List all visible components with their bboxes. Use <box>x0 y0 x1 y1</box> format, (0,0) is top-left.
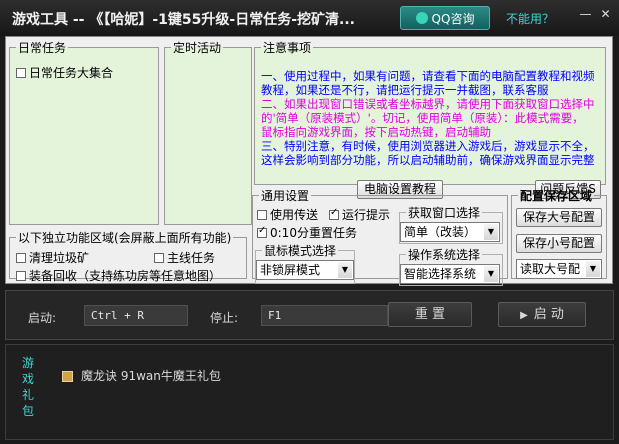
clean-junk-label: 清理垃圾矿 <box>29 251 90 265</box>
gift-tab[interactable]: 游戏礼包 <box>20 355 36 419</box>
dropdown-arrow-icon: ▼ <box>338 262 352 278</box>
settings-panel: 日常任务 日常任务大集合 定时活动 注意事项 一、使用过程中，如果有问题，请查看… <box>5 36 613 286</box>
mouse-mode-legend: 鼠标模式选择 <box>264 244 337 258</box>
daily-task-group: 日常任务 日常任务大集合 <box>9 39 159 225</box>
daily-task-legend: 日常任务 <box>18 41 67 55</box>
independent-functions-group: 以下独立功能区域(会屏蔽上面所有功能) 清理垃圾矿 主线任务 装备回收（支持练功… <box>9 229 247 283</box>
gift-icon <box>62 371 73 382</box>
clean-junk-checkbox[interactable]: 清理垃圾矿 <box>16 249 89 266</box>
os-select-legend: 操作系统选择 <box>408 248 481 262</box>
general-settings-legend: 通用设置 <box>261 189 310 203</box>
play-icon: ▶ <box>520 310 528 321</box>
stop-hotkey-label: 停止: <box>210 311 239 325</box>
stop-hotkey-field[interactable]: F1 <box>261 305 388 326</box>
independent-functions-legend: 以下独立功能区域(会屏蔽上面所有功能) <box>18 231 232 245</box>
config-save-legend: 配置保存区域 <box>520 189 593 203</box>
mouse-mode-value: 非锁屏模式 <box>260 263 321 277</box>
notice-text: 一、使用过程中，如果有问题，请查看下面的电脑配置教程和视频教程，如果还是不行，请… <box>261 69 595 167</box>
os-select-dropdown[interactable]: 智能选择系统 ▼ <box>400 264 500 284</box>
qq-consult-button[interactable]: QQ咨询 <box>400 6 490 30</box>
os-select-value: 智能选择系统 <box>404 267 477 281</box>
main-quest-label: 主线任务 <box>167 251 216 265</box>
notice-paragraph-3: 三、特别注意，有时候，使用浏览器进入游戏后，游戏显示不全，这样会影响到部分功能，… <box>261 139 595 167</box>
run-hint-checkbox[interactable]: 运行提示 <box>329 206 390 223</box>
read-main-config-value: 读取大号配 <box>520 262 581 276</box>
main-quest-checkbox[interactable]: 主线任务 <box>154 249 215 266</box>
notice-group: 注意事项 一、使用过程中，如果有问题，请查看下面的电脑配置教程和视频教程，如果还… <box>254 39 606 199</box>
checkbox-box[interactable] <box>154 252 164 263</box>
close-button[interactable]: ✕ <box>598 7 613 21</box>
window-title: 游戏工具 -- 《【哈妮】-1键55升级-日常任务-挖矿清... <box>12 12 355 28</box>
checkbox-box[interactable] <box>16 252 26 263</box>
dropdown-arrow-icon: ▼ <box>586 261 600 277</box>
start-button-label: 启 动 <box>533 307 564 322</box>
read-main-config-select[interactable]: 读取大号配 ▼ <box>516 259 602 279</box>
gift-panel: 游戏礼包 魔龙诀 91wan牛魔王礼包 <box>5 344 614 440</box>
checkbox-box[interactable] <box>257 209 267 220</box>
config-save-group: 配置保存区域 保存大号配置 保存小号配置 读取大号配 ▼ <box>511 187 607 279</box>
notice-legend: 注意事项 <box>263 41 312 55</box>
notice-paragraph-2: 二、如果出现窗口错误或者坐标越界，请使用下面获取窗口选择中的'简单（原装模式）'… <box>261 97 595 139</box>
start-button[interactable]: ▶ 启 动 <box>498 302 586 327</box>
checkbox-box-checked[interactable] <box>257 225 267 238</box>
start-hotkey-field[interactable]: Ctrl + R <box>84 305 188 326</box>
general-settings-group: 通用设置 使用传送 运行提示 0:10分重置任务 鼠标模式选择 非锁屏模式 ▼ … <box>252 187 508 286</box>
mouse-mode-select[interactable]: 非锁屏模式 ▼ <box>256 260 354 280</box>
dropdown-arrow-icon: ▼ <box>484 224 498 240</box>
reset-task-checkbox[interactable]: 0:10分重置任务 <box>257 224 357 241</box>
checkbox-box[interactable] <box>16 67 26 78</box>
title-bar: 游戏工具 -- 《【哈妮】-1键55升级-日常任务-挖矿清... QQ咨询 不能… <box>0 0 619 36</box>
mouse-mode-group: 鼠标模式选择 非锁屏模式 ▼ <box>255 242 355 284</box>
daily-task-all-label: 日常任务大集合 <box>29 66 114 80</box>
checkbox-box-checked[interactable] <box>329 207 339 220</box>
gift-item-label: 魔龙诀 91wan牛魔王礼包 <box>81 369 221 383</box>
notice-paragraph-1: 一、使用过程中，如果有问题，请查看下面的电脑配置教程和视频教程，如果还是不行，请… <box>261 69 595 97</box>
save-alt-config-button[interactable]: 保存小号配置 <box>516 234 602 253</box>
run-hint-label: 运行提示 <box>342 208 391 222</box>
minimize-button[interactable]: — <box>578 7 593 21</box>
daily-task-all-checkbox[interactable]: 日常任务大集合 <box>16 64 113 81</box>
window-select-group: 获取窗口选择 简单（改装） ▼ <box>399 204 503 244</box>
window-select-value: 简单（改装） <box>404 225 477 239</box>
timed-activity-group: 定时活动 <box>164 39 252 225</box>
gift-item[interactable]: 魔龙诀 91wan牛魔王礼包 <box>62 367 221 384</box>
use-transfer-checkbox[interactable]: 使用传送 <box>257 206 318 223</box>
start-hotkey-label: 启动: <box>28 311 57 325</box>
save-main-config-button[interactable]: 保存大号配置 <box>516 208 602 227</box>
equip-recycle-label: 装备回收（支持练功房等任意地图） <box>29 269 222 283</box>
control-bar: 启动: Ctrl + R 停止: F1 重 置 ▶ 启 动 <box>5 290 614 340</box>
equip-recycle-checkbox[interactable]: 装备回收（支持练功房等任意地图） <box>16 267 221 284</box>
os-select-group: 操作系统选择 智能选择系统 ▼ <box>399 246 503 286</box>
reset-button[interactable]: 重 置 <box>388 302 472 327</box>
qq-consult-label: QQ咨询 <box>431 11 475 26</box>
window-select-legend: 获取窗口选择 <box>408 206 481 220</box>
reset-task-label: 0:10分重置任务 <box>270 226 357 240</box>
qq-icon <box>415 12 428 24</box>
dropdown-arrow-icon: ▼ <box>484 266 498 282</box>
use-transfer-label: 使用传送 <box>270 208 319 222</box>
window-select-dropdown[interactable]: 简单（改装） ▼ <box>400 222 500 242</box>
cant-use-link[interactable]: 不能用？ <box>506 10 554 27</box>
checkbox-box[interactable] <box>16 270 26 281</box>
timed-activity-legend: 定时活动 <box>173 41 222 55</box>
